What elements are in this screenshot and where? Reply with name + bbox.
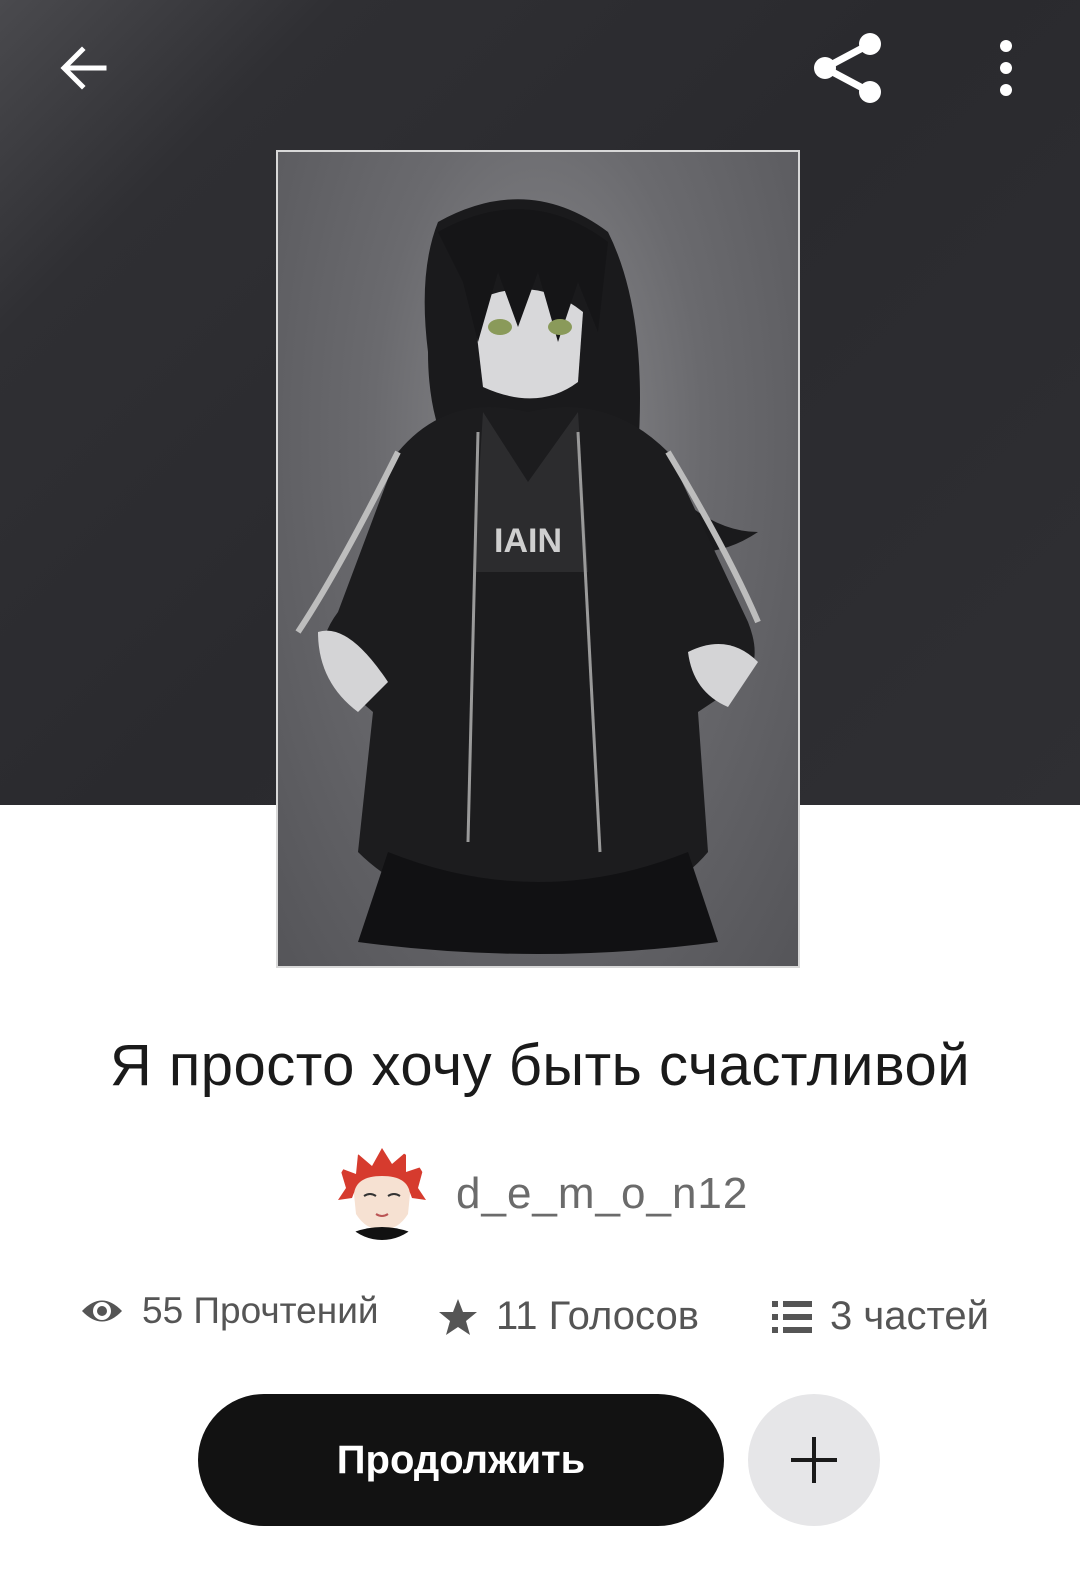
author-name[interactable]: d_e_m_o_n12 bbox=[456, 1169, 748, 1219]
votes-stat: 11 Голосов bbox=[438, 1294, 699, 1339]
more-options-button[interactable] bbox=[966, 28, 1046, 108]
share-icon bbox=[814, 33, 881, 103]
parts-stat: 3 частей bbox=[772, 1294, 989, 1339]
author-avatar[interactable] bbox=[336, 1148, 428, 1240]
star-icon bbox=[438, 1297, 478, 1337]
back-button[interactable] bbox=[44, 28, 124, 108]
reads-stat: 55 Прочтений bbox=[80, 1290, 379, 1332]
arrow-left-icon bbox=[60, 46, 107, 90]
story-title: Я просто хочу быть счастливой bbox=[109, 1033, 971, 1098]
story-cover-image[interactable]: IAIN bbox=[276, 150, 800, 968]
add-to-library-button[interactable] bbox=[748, 1394, 880, 1526]
cover-illustration: IAIN bbox=[295, 199, 761, 954]
reads-count: 55 Прочтений bbox=[142, 1290, 379, 1331]
author-link[interactable]: d_e_m_o_n12 bbox=[336, 1148, 748, 1240]
list-icon bbox=[772, 1299, 812, 1335]
parts-count: 3 частей bbox=[830, 1294, 989, 1338]
votes-count: 11 Голосов bbox=[496, 1294, 699, 1338]
share-button[interactable] bbox=[806, 26, 890, 110]
more-vertical-icon bbox=[1000, 40, 1012, 96]
story-stats: 55 Прочтений 11 Голосов 3 частей bbox=[0, 1290, 1080, 1354]
plus-icon bbox=[791, 1437, 837, 1483]
continue-reading-button[interactable]: Продолжить bbox=[198, 1394, 724, 1526]
eye-icon bbox=[80, 1296, 124, 1326]
svg-text:IAIN: IAIN bbox=[494, 522, 562, 560]
